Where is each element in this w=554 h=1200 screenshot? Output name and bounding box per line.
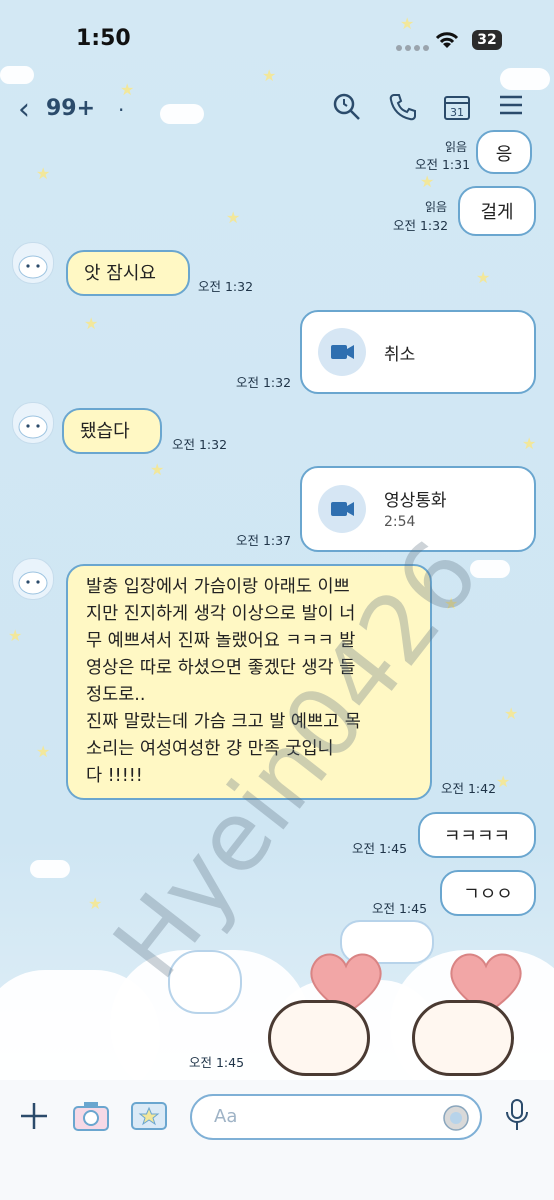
message-line: 다 !!!!! <box>86 766 143 786</box>
star-icon: ★ <box>84 314 99 333</box>
microphone-icon[interactable] <box>502 1098 532 1136</box>
battery-icon: 32 <box>472 30 502 50</box>
message-timestamp: 오전 1:32 <box>236 375 292 390</box>
input-bar: Aa <box>0 1080 554 1200</box>
star-icon: ★ <box>420 172 435 191</box>
call-title: 취소 <box>384 345 416 365</box>
signal-icon <box>396 36 432 51</box>
menu-icon[interactable] <box>498 92 524 122</box>
star-icon: ★ <box>36 742 51 761</box>
message-line: 진짜 말랐는데 가슴 크고 발 예쁘고 목 <box>86 712 361 732</box>
cloud-decoration <box>30 860 70 878</box>
friend-avatar[interactable] <box>12 402 54 444</box>
camera-icon[interactable] <box>72 1100 110 1136</box>
sent-message-bubble[interactable]: ㄱㅇㅇ <box>440 870 536 916</box>
cinnamoroll-sticker <box>168 950 242 1014</box>
svg-text:31: 31 <box>450 106 464 119</box>
message-timestamp: 오전 1:42 <box>441 781 497 796</box>
message-timestamp: 오전 1:45 <box>372 901 428 916</box>
chat-header: ‹ 99+ · 31 <box>0 84 554 132</box>
call-duration: 2:54 <box>384 514 416 530</box>
sent-message-bubble[interactable]: 걸게 <box>458 186 536 236</box>
message-line: 영상은 따로 하셨으면 좋겠단 생각 들 <box>86 658 356 678</box>
message-line: 무 예쁘셔서 진짜 놀랬어요 ㅋㅋㅋ 발 <box>86 631 356 651</box>
sticker-icon[interactable] <box>442 1104 470 1136</box>
back-unread-count[interactable]: 99+ <box>46 96 95 121</box>
message-line: 발충 입장에서 가슴이랑 아래도 이쁘 <box>86 577 350 597</box>
friend-avatar[interactable] <box>12 242 54 284</box>
plus-icon[interactable] <box>18 1100 50 1136</box>
bear-sticker <box>268 1000 370 1076</box>
message-text: 응 <box>495 144 513 165</box>
star-icon: ★ <box>150 460 165 479</box>
received-message-bubble[interactable]: 발충 입장에서 가슴이랑 아래도 이쁘 지만 진지하게 생각 이상으로 발이 너… <box>66 564 432 800</box>
message-timestamp: 오전 1:32 <box>198 279 254 294</box>
search-icon[interactable] <box>332 92 362 126</box>
sent-message-bubble[interactable]: ㅋㅋㅋㅋ <box>418 812 536 858</box>
video-camera-icon <box>318 328 366 376</box>
message-line: 지만 진지하게 생각 이상으로 발이 너 <box>86 604 356 624</box>
back-icon[interactable]: ‹ <box>18 92 30 127</box>
read-receipt: 읽음 <box>425 200 448 214</box>
call-message-bubble[interactable]: 영상통화 2:54 <box>300 466 536 552</box>
friend-avatar[interactable] <box>12 558 54 600</box>
star-icon: ★ <box>496 772 511 791</box>
status-time: 1:50 <box>76 26 131 51</box>
sent-message-bubble[interactable]: 응 <box>476 130 532 174</box>
message-text: 걸게 <box>480 202 514 223</box>
message-input-placeholder: Aa <box>214 1106 238 1127</box>
message-timestamp: 오전 1:37 <box>236 533 292 548</box>
video-camera-icon <box>318 485 366 533</box>
message-timestamp: 오전 1:31 <box>415 157 471 172</box>
star-icon: ★ <box>36 164 51 183</box>
star-icon: ★ <box>504 704 519 723</box>
star-icon: ★ <box>476 268 491 287</box>
cloud-decoration <box>470 560 510 578</box>
call-title: 영상통화 <box>384 491 447 511</box>
star-icon: ★ <box>444 594 459 613</box>
star-icon: ★ <box>522 434 537 453</box>
status-bar: 1:50 32 <box>0 0 554 80</box>
read-receipt: 읽음 <box>445 140 468 154</box>
bear-sticker <box>412 1000 514 1076</box>
message-timestamp: 오전 1:32 <box>393 218 449 233</box>
message-line: 소리는 여성여성한 걍 만족 굿입니 <box>86 739 334 759</box>
dot-icon: · <box>118 98 125 122</box>
message-text: 앗 잠시요 <box>84 263 156 284</box>
calendar-icon[interactable]: 31 <box>442 92 472 126</box>
received-message-bubble[interactable]: 앗 잠시요 <box>66 250 190 296</box>
phone-icon[interactable] <box>388 92 418 126</box>
message-text: ㄱㅇㅇ <box>463 884 513 905</box>
message-timestamp: 오전 1:45 <box>352 841 408 856</box>
message-line: 정도로.. <box>86 685 146 705</box>
wifi-icon <box>434 30 460 54</box>
star-icon: ★ <box>226 208 241 227</box>
message-timestamp: 오전 1:45 <box>189 1055 245 1070</box>
call-message-bubble[interactable]: 취소 <box>300 310 536 394</box>
emoticon-icon[interactable] <box>130 1100 168 1136</box>
message-text: ㅋㅋㅋㅋ <box>443 826 511 847</box>
received-message-bubble[interactable]: 됐습다 <box>62 408 162 454</box>
message-input[interactable]: Aa <box>190 1094 482 1140</box>
message-text: 됐습다 <box>80 421 130 442</box>
star-icon: ★ <box>8 626 23 645</box>
message-timestamp: 오전 1:32 <box>172 437 228 452</box>
